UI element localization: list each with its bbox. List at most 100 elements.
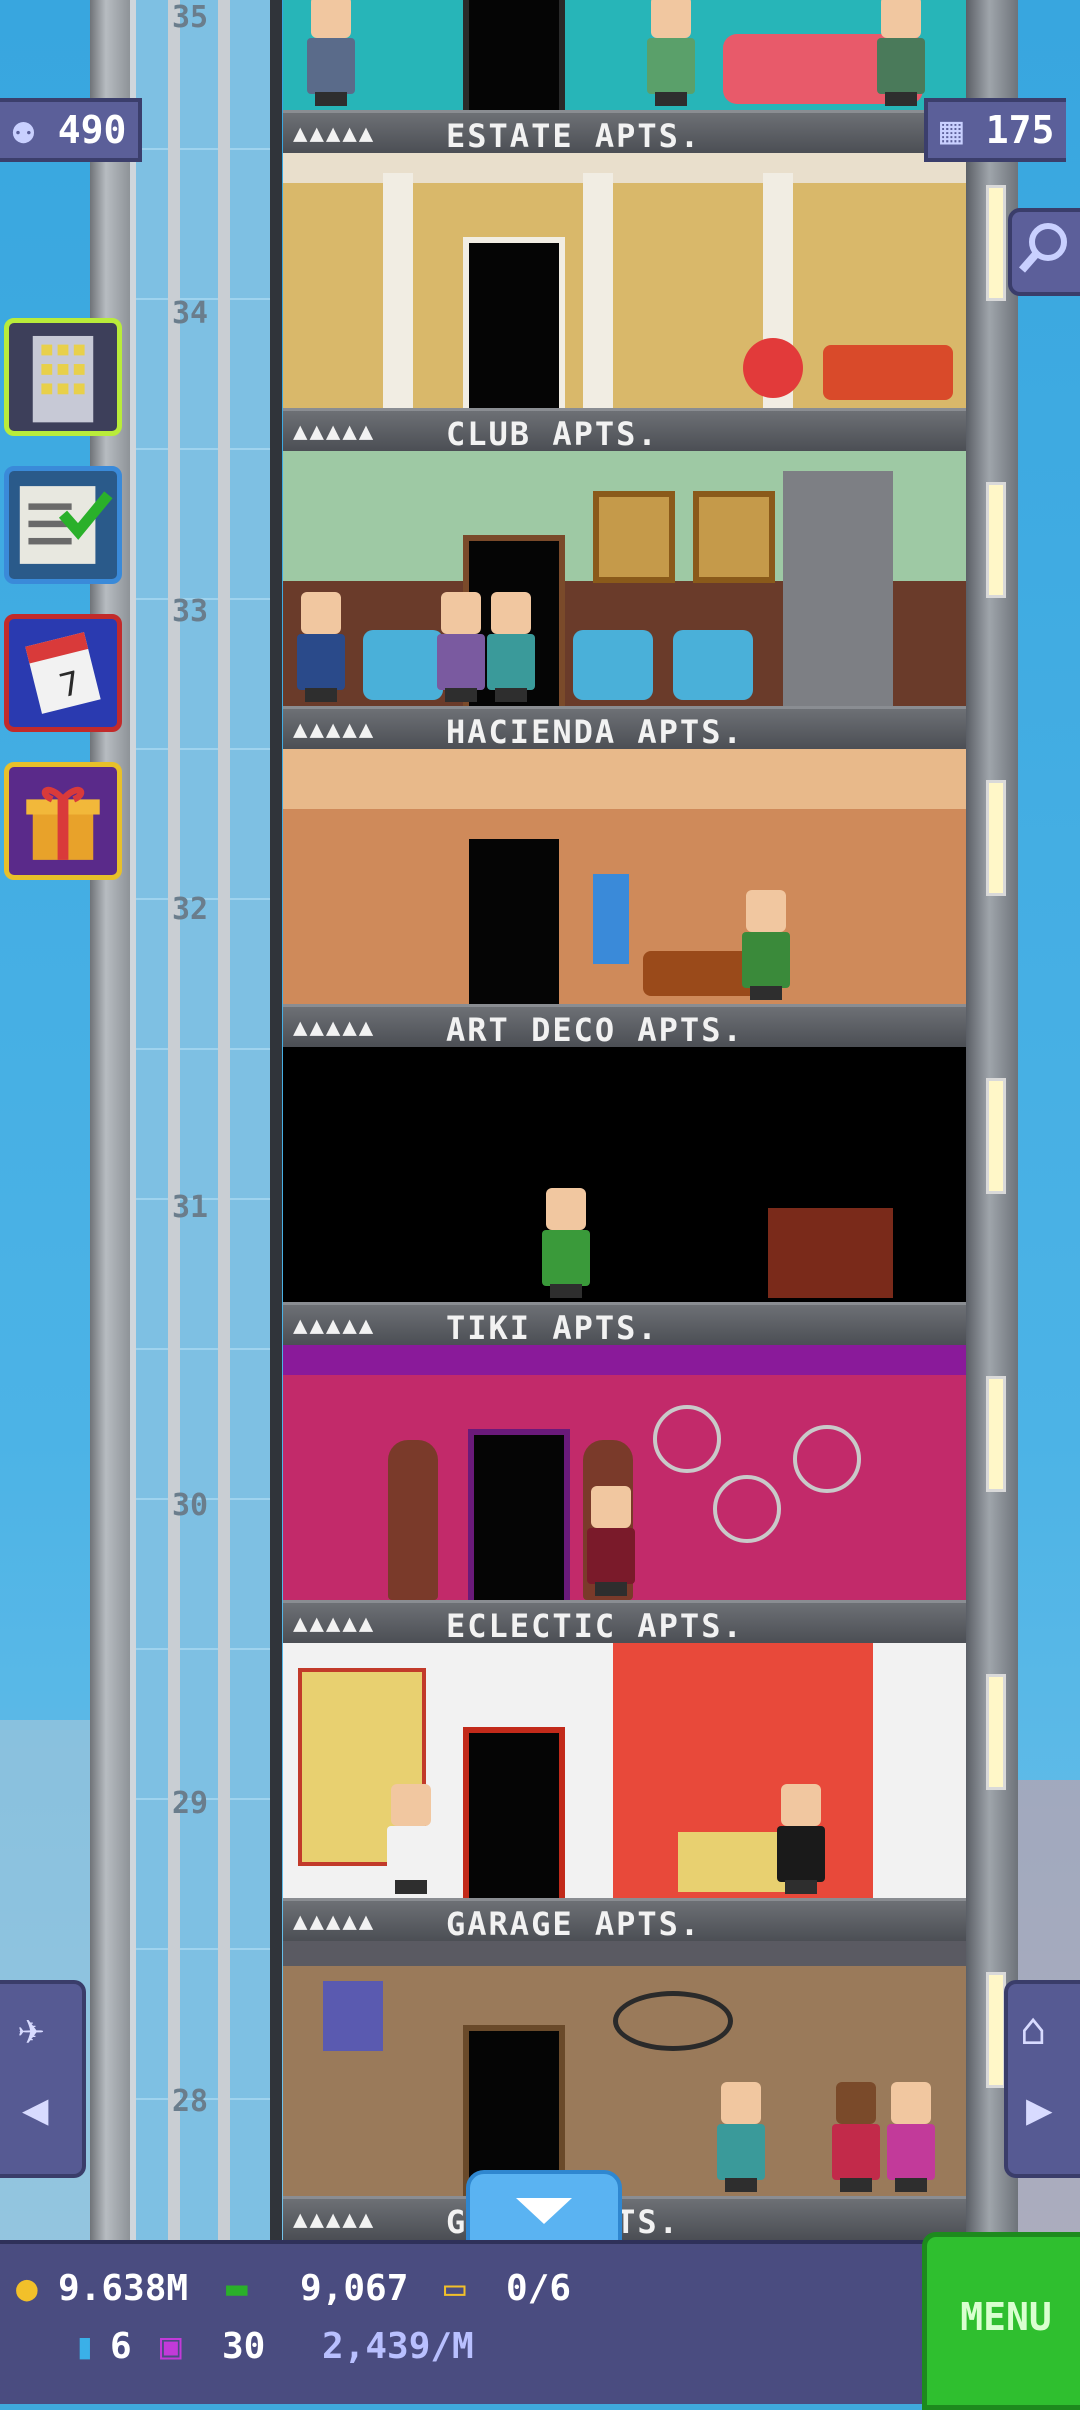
door <box>468 1429 570 1600</box>
person-icon: ⚉ <box>12 108 35 152</box>
floor-name: ART DECO APTS. <box>446 1011 744 1049</box>
floor-garage-apts[interactable]: ▲▲▲▲▲ GARAGE APTS. <box>283 1643 966 1944</box>
floor-number: 34 <box>171 296 209 331</box>
floor-label-bar: ▲▲▲▲▲ TIKI APTS. <box>283 1302 966 1348</box>
floor-label-bar: ▲▲▲▲▲ HACIENDA APTS. <box>283 706 966 752</box>
wall-light <box>986 185 1006 301</box>
resident[interactable] <box>738 890 794 1000</box>
sofa <box>823 345 953 400</box>
floor-label-bar: ▲▲▲▲▲ ESTATE APTS. <box>283 110 966 156</box>
wall <box>873 1643 966 1898</box>
search-button[interactable] <box>1008 208 1080 296</box>
vip-value: 30 <box>222 2326 266 2367</box>
elevator-shaft[interactable] <box>130 0 282 2240</box>
resident[interactable] <box>828 2082 884 2192</box>
resident[interactable] <box>643 0 699 106</box>
resident[interactable] <box>538 1188 594 1298</box>
floor-club-apts[interactable]: ▲▲▲▲▲ CLUB APTS. <box>283 153 966 454</box>
armchair <box>673 630 753 700</box>
income-rate: 2,439/M <box>322 2326 474 2367</box>
resident[interactable] <box>713 2082 769 2192</box>
room-interior <box>283 451 966 706</box>
missions-button[interactable] <box>4 466 122 584</box>
tower-points-icon: ▮ <box>74 2326 96 2367</box>
menu-button[interactable]: MENU <box>922 2232 1080 2410</box>
floor-tiki-apts[interactable]: ▲▲▲▲▲ TIKI APTS. <box>283 1047 966 1348</box>
floor-label-bar: ▲▲▲▲▲ ECLECTIC APTS. <box>283 1600 966 1646</box>
population-badge[interactable]: ⚉ 490 <box>0 98 143 162</box>
portrait <box>593 491 675 583</box>
room-interior <box>283 1941 966 2196</box>
bux-icon: ▬ <box>226 2268 248 2309</box>
column <box>583 173 613 408</box>
building-icon <box>32 335 94 423</box>
resident[interactable] <box>773 1784 829 1894</box>
coin-icon: ● <box>16 2268 38 2309</box>
bicycle <box>613 1991 733 2051</box>
resident[interactable] <box>483 592 539 702</box>
floor-art-deco-apts[interactable]: ▲▲▲▲▲ ART DECO APTS. <box>283 749 966 1050</box>
floors-count: 175 <box>985 108 1055 152</box>
arrow-right-icon: ▶ <box>1026 2084 1053 2135</box>
lobby-nav-button[interactable]: ⌂ ▶ <box>1004 1980 1080 2178</box>
fireplace <box>768 1208 893 1298</box>
floor-eclectic-apts[interactable]: ▲▲▲▲▲ ECLECTIC APTS. <box>283 1345 966 1646</box>
calendar-button[interactable]: 7 <box>4 614 122 732</box>
bird-cage <box>713 1475 781 1543</box>
resident[interactable] <box>583 1486 639 1596</box>
door <box>463 0 565 110</box>
tower-points-value: 6 <box>110 2326 132 2367</box>
floor-name: ESTATE APTS. <box>446 117 702 155</box>
floor-name: HACIENDA APTS. <box>446 713 744 751</box>
tower-divider <box>270 0 282 2240</box>
floor-hacienda-apts[interactable]: ▲▲▲▲▲ HACIENDA APTS. <box>283 451 966 752</box>
fireplace <box>783 471 893 706</box>
floor-stars: ▲▲▲▲▲ <box>293 1311 376 1339</box>
sofa <box>678 1832 788 1892</box>
floor-geek-apts[interactable]: ▲▲▲▲▲ G EEK APTS. <box>283 1941 966 2242</box>
wall-light <box>986 1674 1006 1790</box>
resident[interactable] <box>383 1784 439 1894</box>
wall-light <box>986 780 1006 896</box>
resident[interactable] <box>303 0 359 106</box>
ticket-icon: ▭ <box>444 2268 466 2309</box>
floor-label-bar: ▲▲▲▲▲ CLUB APTS. <box>283 408 966 454</box>
room-interior <box>283 1047 966 1302</box>
wall-light <box>986 1376 1006 1492</box>
floor-name: ECLECTIC APTS. <box>446 1607 744 1645</box>
floor-number: 35 <box>171 0 209 35</box>
floor-number: 30 <box>171 1488 209 1523</box>
armchair <box>573 630 653 700</box>
elevator-rail <box>218 0 230 2240</box>
resident[interactable] <box>873 0 929 106</box>
floor-stars: ▲▲▲▲▲ <box>293 119 376 147</box>
floor-number: 32 <box>171 892 209 927</box>
floors-badge[interactable]: ▦ 175 <box>924 98 1067 162</box>
resident[interactable] <box>293 592 349 702</box>
floor-name: CLUB APTS. <box>446 415 659 453</box>
column <box>383 173 413 408</box>
ceiling <box>283 1345 966 1375</box>
room-interior <box>283 153 966 408</box>
floor-stars: ▲▲▲▲▲ <box>293 1013 376 1041</box>
resident[interactable] <box>883 2082 939 2192</box>
coins-value: 9.638M <box>58 2268 189 2309</box>
gift-icon <box>26 786 100 860</box>
floor-estate-apts[interactable]: ▲▲▲▲▲ ESTATE APTS. <box>283 0 966 156</box>
portrait <box>693 491 775 583</box>
gift-button[interactable] <box>4 762 122 880</box>
visitor-nav-button[interactable]: ✈ ◀ <box>0 1980 86 2178</box>
wall-light <box>986 482 1006 598</box>
floor-number: 28 <box>171 2084 209 2119</box>
strawberry-bonus[interactable] <box>743 338 803 398</box>
build-button[interactable] <box>4 318 122 436</box>
resident[interactable] <box>433 592 489 702</box>
floor-stars: ▲▲▲▲▲ <box>293 1609 376 1637</box>
floor-number: 31 <box>171 1190 209 1225</box>
menu-label: MENU <box>960 2295 1052 2339</box>
floor-number: 33 <box>171 594 209 629</box>
floor-name: TIKI APTS. <box>446 1309 659 1347</box>
bird-cage <box>653 1405 721 1473</box>
home-icon: ⌂ <box>1020 2004 1047 2055</box>
plane-icon: ✈ <box>18 2004 45 2055</box>
